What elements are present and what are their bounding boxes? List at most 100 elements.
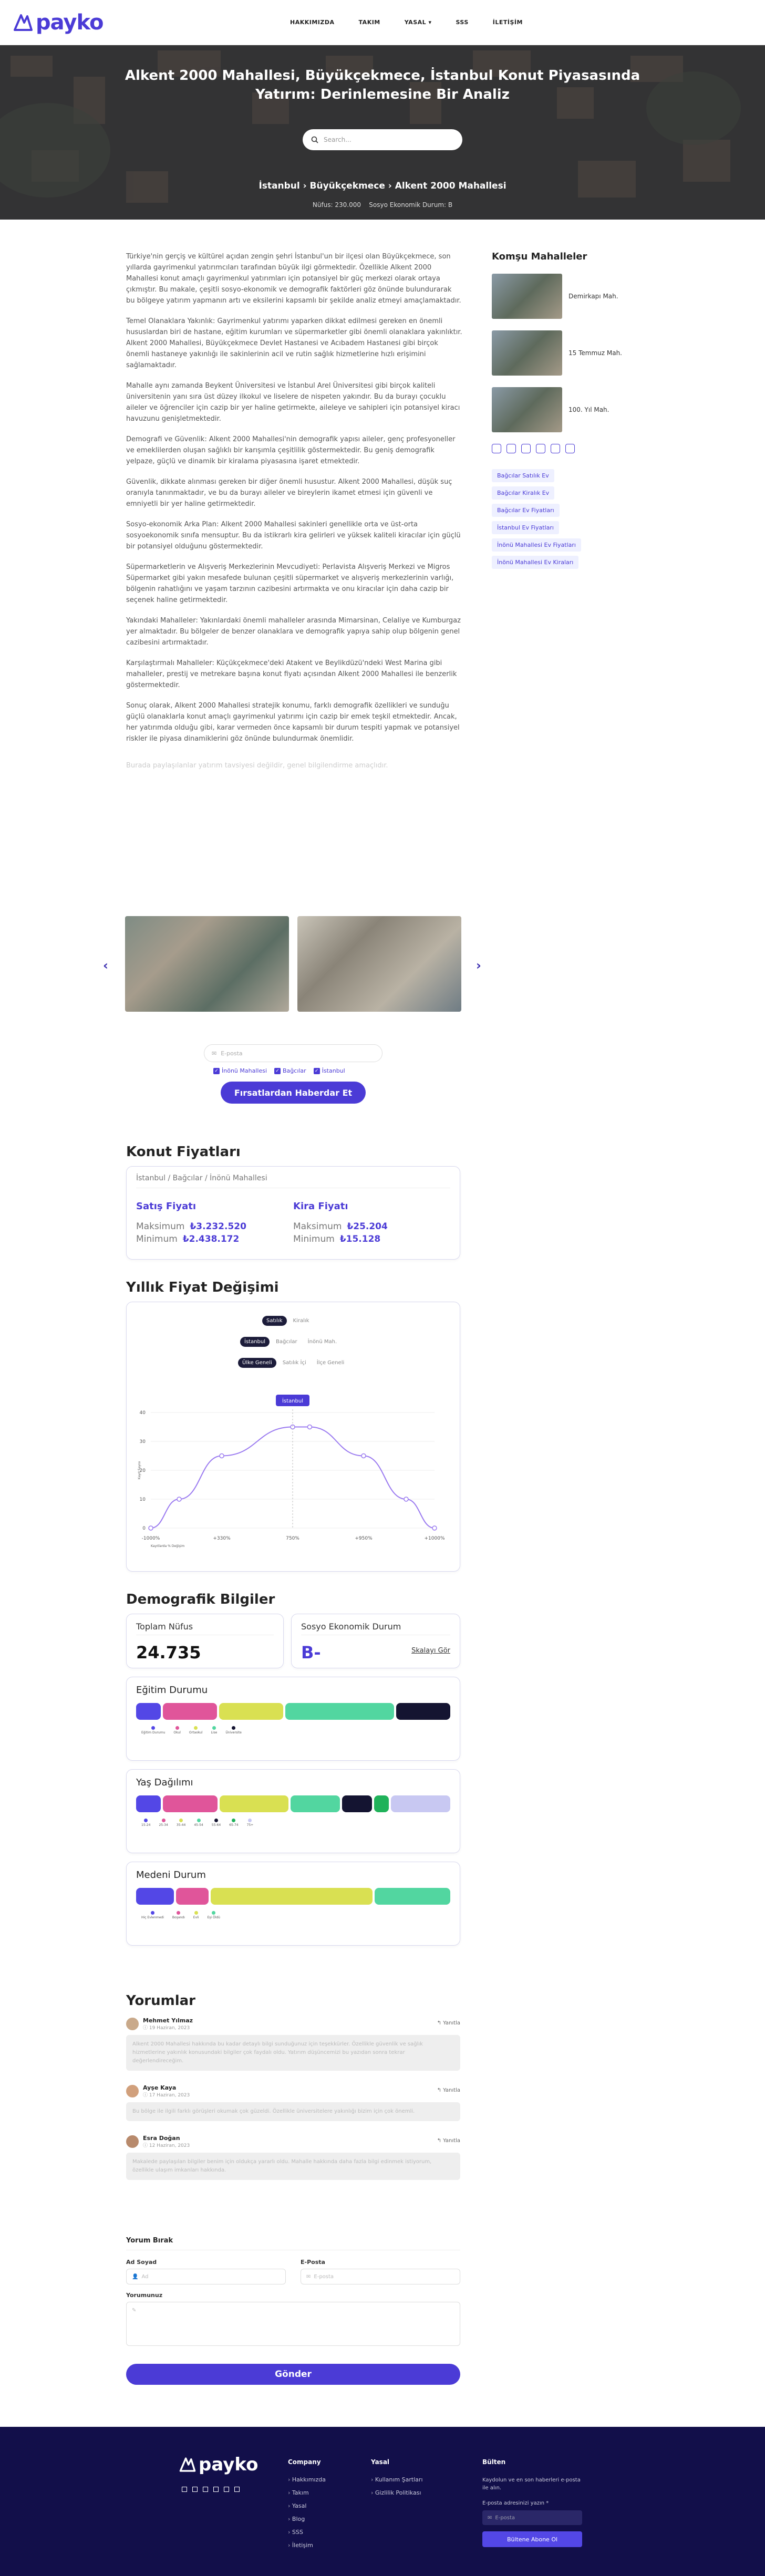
- reply-button[interactable]: ↰ Yanıtla: [437, 2087, 460, 2093]
- instagram-icon[interactable]: [203, 2487, 208, 2492]
- comment-textarea[interactable]: ✎: [126, 2302, 460, 2346]
- population-card: Toplam Nüfus 24.735: [126, 1614, 284, 1668]
- gallery-image[interactable]: [125, 916, 289, 1012]
- legend-label: Üniversite: [225, 1731, 242, 1734]
- legend-dot: [194, 1726, 198, 1730]
- legend-item: 25-34: [159, 1819, 168, 1827]
- neighbor-item[interactable]: Demirkapı Mah.: [492, 274, 639, 319]
- section-title: Yıllık Fiyat Değişimi: [126, 1280, 279, 1295]
- article-paragraph: Yakındaki Mahalleler: Yakınlardaki öneml…: [126, 617, 461, 647]
- hero-search[interactable]: Search...: [303, 129, 462, 150]
- marital-card: Medeni Durum Hiç Evlenmedi Boşandı Evli Eşi…: [126, 1862, 460, 1946]
- alert-checkbox[interactable]: ✓ İnönü Mahallesi: [213, 1067, 267, 1074]
- tag-link[interactable]: Bağcılar Satılık Ev: [492, 469, 554, 482]
- tag-link[interactable]: İnönü Mahallesi Ev Fiyatları: [492, 538, 581, 552]
- checkbox-label: İnönü Mahallesi: [222, 1067, 267, 1074]
- x-tick-label: +1000%: [425, 1536, 445, 1541]
- legend-dot: [212, 1911, 216, 1915]
- legend-item: Okul: [173, 1726, 181, 1734]
- name-field[interactable]: 👤 Ad: [126, 2269, 286, 2284]
- hero-meta: Nüfus: 230.000 Sosyo Ekonomik Durum: B: [0, 201, 765, 209]
- legend-dot: [197, 1819, 201, 1822]
- tag-link[interactable]: İnönü Mahallesi Ev Kiraları: [492, 556, 579, 569]
- alert-checkbox[interactable]: ✓ İstanbul: [313, 1067, 345, 1074]
- twitter-icon[interactable]: [521, 444, 531, 453]
- toggle-inonu[interactable]: İnönü Mah.: [304, 1337, 342, 1347]
- nav-item-contact[interactable]: İLETİŞİM: [493, 19, 523, 26]
- bar-segment: [374, 1795, 389, 1812]
- chevron-left-icon[interactable]: ‹: [103, 958, 108, 973]
- breadcrumb[interactable]: İstanbul › Büyükçekmece › Alkent 2000 Ma…: [0, 181, 765, 191]
- newsletter-input[interactable]: ✉ E-posta: [482, 2510, 582, 2525]
- reply-button[interactable]: ↰ Yanıtla: [437, 2020, 460, 2026]
- footer-link[interactable]: Yasal: [288, 2502, 326, 2509]
- footer-brand: payko: [179, 2454, 258, 2492]
- rent-title: Kira Fiyatı: [293, 1201, 348, 1212]
- x-tick-label: +950%: [355, 1536, 373, 1541]
- footer-newsletter: Bülten Kaydolun ve en son haberleri e-po…: [482, 2458, 582, 2547]
- brand-logo[interactable]: payko: [13, 11, 104, 35]
- socio-scale-link[interactable]: Skalayı Gör: [411, 1647, 450, 1655]
- toggle-istanbul[interactable]: İstanbul: [240, 1337, 270, 1347]
- youtube-icon[interactable]: [213, 2487, 219, 2492]
- toggle-country[interactable]: Ülke Geneli: [238, 1358, 276, 1368]
- chevron-right-icon[interactable]: ›: [476, 958, 481, 973]
- tag-link[interactable]: Bağcılar Ev Fiyatları: [492, 504, 560, 517]
- article-paragraph: Sonuç olarak, Alkent 2000 Mahallesi stra…: [126, 702, 460, 743]
- nav-item-faq[interactable]: SSS: [456, 19, 469, 26]
- toggle-district[interactable]: İlçe Geneli: [313, 1358, 349, 1368]
- footer-link[interactable]: Takım: [288, 2489, 326, 2496]
- alert-email-input[interactable]: ✉ E-posta: [204, 1044, 382, 1062]
- linkedin-icon[interactable]: [551, 444, 560, 453]
- instagram-icon[interactable]: [492, 444, 501, 453]
- alert-checkbox[interactable]: ✓ Bağcılar: [274, 1067, 306, 1074]
- youtube-icon[interactable]: [536, 444, 545, 453]
- comment-body: Makalede paylaşılan bilgiler benim için …: [126, 2153, 460, 2180]
- newsletter-label: E-posta adresinizi yazın *: [482, 2500, 549, 2506]
- legend-label: Evli: [193, 1916, 199, 1919]
- gallery-image[interactable]: [297, 916, 461, 1012]
- sale-max-value: ₺3.232.520: [190, 1221, 246, 1232]
- search-input[interactable]: Search...: [324, 136, 352, 143]
- comment: Mehmet Yılmaz ⓘ 19 Haziran, 2023 ↰ Yanıtl…: [126, 2017, 460, 2071]
- toggle-sale-inner[interactable]: Satılık İçi: [278, 1358, 311, 1368]
- linkedin-icon[interactable]: [182, 2487, 187, 2492]
- toggle-bagcilar[interactable]: Bağcılar: [272, 1337, 302, 1347]
- nav-item-legal[interactable]: YASAL ▾: [405, 19, 432, 26]
- submit-button[interactable]: Gönder: [126, 2364, 460, 2385]
- instagram-icon[interactable]: [506, 444, 516, 453]
- footer-link[interactable]: SSS: [288, 2529, 326, 2536]
- instagram-icon[interactable]: [234, 2487, 240, 2492]
- neighbor-item[interactable]: 100. Yıl Mah.: [492, 387, 639, 432]
- reply-button[interactable]: ↰ Yanıtla: [437, 2138, 460, 2144]
- legend-label: 45-54: [194, 1823, 203, 1827]
- alert-submit-button[interactable]: Fırsatlardan Haberdar Et: [221, 1082, 366, 1104]
- youtube-icon[interactable]: [565, 444, 575, 453]
- pencil-icon: ✎: [132, 2308, 137, 2313]
- legend-label: Ortaokul: [189, 1731, 203, 1734]
- name-placeholder: Ad: [141, 2273, 149, 2280]
- legend-label: Eğitim Durumu: [141, 1731, 166, 1734]
- tag-link[interactable]: Bağcılar Kiralık Ev: [492, 486, 555, 500]
- footer-link[interactable]: Hakkımızda: [288, 2476, 326, 2483]
- footer-col-title: Bülten: [482, 2458, 506, 2466]
- toggle-sale[interactable]: Satılık: [262, 1316, 287, 1326]
- legend-label: 55-64: [211, 1823, 221, 1827]
- neighbor-thumbnail: [492, 387, 562, 432]
- checkbox-label: İstanbul: [322, 1067, 345, 1074]
- email-field[interactable]: ✉ E-posta: [301, 2269, 460, 2284]
- footer-link[interactable]: Blog: [288, 2516, 326, 2522]
- toggle-rent[interactable]: Kiralık: [289, 1316, 314, 1326]
- twitter-icon[interactable]: [224, 2487, 229, 2492]
- nav-item-about[interactable]: HAKKIMIZDA: [290, 19, 335, 26]
- social-links: [492, 444, 639, 453]
- footer-link[interactable]: Gizlilik Politikası: [371, 2489, 423, 2496]
- tag-link[interactable]: İstanbul Ev Fiyatları: [492, 521, 559, 534]
- footer-link[interactable]: Kullanım Şartları: [371, 2476, 423, 2483]
- nav-item-team[interactable]: TAKIM: [359, 19, 380, 26]
- hero-banner: Alkent 2000 Mahallesi, Büyükçekmece, İst…: [0, 45, 765, 220]
- facebook-icon[interactable]: [192, 2487, 198, 2492]
- neighbor-item[interactable]: 15 Temmuz Mah.: [492, 330, 639, 376]
- footer-link[interactable]: İletişim: [288, 2542, 326, 2549]
- newsletter-subscribe-button[interactable]: Bültene Abone Ol: [482, 2531, 582, 2547]
